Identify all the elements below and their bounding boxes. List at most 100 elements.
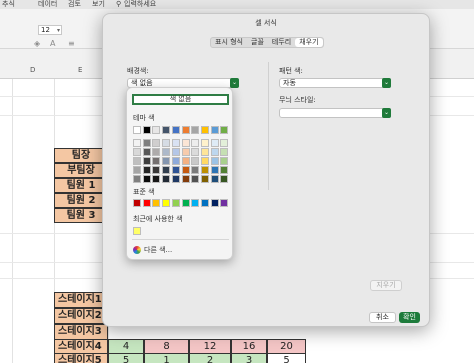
theme-shade-swatch[interactable] <box>181 157 190 165</box>
cell-team-4[interactable]: 팀원 3 <box>54 208 108 223</box>
column-header-d[interactable]: D <box>30 66 35 74</box>
theme-shade-swatch[interactable] <box>152 148 161 156</box>
cell-team-2[interactable]: 팀원 1 <box>54 178 108 193</box>
standard-color-swatch[interactable] <box>142 199 151 207</box>
theme-shade-swatch[interactable] <box>220 166 229 174</box>
cell-value[interactable]: 5 <box>267 353 306 363</box>
theme-shade-swatch[interactable] <box>142 166 151 174</box>
theme-shade-swatch[interactable] <box>162 139 171 147</box>
theme-shade-swatch[interactable] <box>142 157 151 165</box>
no-color-button[interactable]: 색 없음 <box>132 94 229 105</box>
standard-color-swatch[interactable] <box>133 199 141 207</box>
theme-shade-swatch[interactable] <box>133 157 141 165</box>
cancel-button[interactable]: 취소 <box>369 312 396 323</box>
tab-border[interactable]: 테두리 <box>268 38 295 47</box>
cell-stage-5[interactable]: 스테이지5 <box>54 353 108 363</box>
theme-shade-swatch[interactable] <box>171 175 180 183</box>
theme-shade-swatch[interactable] <box>133 148 141 156</box>
tab-fill[interactable]: 채우기 <box>295 38 323 47</box>
tab-number-format[interactable]: 표시 형식 <box>211 38 247 47</box>
standard-color-swatch[interactable] <box>191 199 200 207</box>
theme-shade-swatch[interactable] <box>171 139 180 147</box>
recent-color-swatch[interactable] <box>133 227 141 235</box>
menu-search[interactable]: 입력하세요 <box>124 0 156 9</box>
cell-team-0[interactable]: 팀장 <box>54 148 108 163</box>
theme-shade-swatch[interactable] <box>220 148 229 156</box>
menu-data[interactable]: 데이터 <box>38 0 57 9</box>
theme-color-swatch[interactable] <box>191 126 200 134</box>
align-icon[interactable]: ≡ <box>68 39 75 48</box>
theme-shade-swatch[interactable] <box>210 175 219 183</box>
theme-shade-swatch[interactable] <box>181 166 190 174</box>
theme-color-swatch[interactable] <box>220 126 229 134</box>
search-icon[interactable]: ⚲ <box>116 0 121 9</box>
theme-shade-swatch[interactable] <box>171 148 180 156</box>
column-header-e[interactable]: E <box>78 66 82 74</box>
theme-shade-swatch[interactable] <box>191 139 200 147</box>
pattern-style-select[interactable]: ⌄ <box>279 108 391 118</box>
theme-shade-swatch[interactable] <box>152 139 161 147</box>
theme-shade-swatch[interactable] <box>171 166 180 174</box>
menu-format[interactable]: 추식 <box>2 0 15 9</box>
standard-color-swatch[interactable] <box>152 199 161 207</box>
theme-shade-swatch[interactable] <box>133 175 141 183</box>
cell-value[interactable]: 1 <box>144 353 189 363</box>
pattern-color-select[interactable]: 자동 ⌄ <box>279 78 391 88</box>
theme-shade-swatch[interactable] <box>191 175 200 183</box>
theme-shade-swatch[interactable] <box>210 148 219 156</box>
theme-shade-swatch[interactable] <box>162 157 171 165</box>
standard-color-swatch[interactable] <box>210 199 219 207</box>
theme-shade-swatch[interactable] <box>162 148 171 156</box>
theme-shade-swatch[interactable] <box>133 166 141 174</box>
theme-shade-swatch[interactable] <box>220 175 229 183</box>
theme-color-swatch[interactable] <box>133 126 141 134</box>
menu-review[interactable]: 검토 <box>68 0 81 9</box>
theme-shade-swatch[interactable] <box>200 157 209 165</box>
cell-stage-1[interactable]: 스테이지1 <box>54 292 108 308</box>
theme-shade-swatch[interactable] <box>162 166 171 174</box>
cell-team-1[interactable]: 부팀장 <box>54 163 108 178</box>
theme-shade-swatch[interactable] <box>152 166 161 174</box>
menu-view[interactable]: 보기 <box>92 0 105 9</box>
theme-color-swatch[interactable] <box>171 126 180 134</box>
theme-shade-swatch[interactable] <box>191 148 200 156</box>
theme-color-swatch[interactable] <box>200 126 209 134</box>
standard-color-swatch[interactable] <box>162 199 171 207</box>
theme-color-swatch[interactable] <box>162 126 171 134</box>
theme-shade-swatch[interactable] <box>210 157 219 165</box>
theme-shade-swatch[interactable] <box>191 157 200 165</box>
theme-shade-swatch[interactable] <box>152 157 161 165</box>
theme-shade-swatch[interactable] <box>152 175 161 183</box>
tab-font[interactable]: 글꼴 <box>247 38 268 47</box>
standard-color-swatch[interactable] <box>220 199 229 207</box>
fill-color-icon[interactable]: ◈ <box>34 39 40 48</box>
theme-shade-swatch[interactable] <box>200 166 209 174</box>
cell-value[interactable]: 2 <box>189 353 231 363</box>
cell-stage-3[interactable]: 스테이지3 <box>54 324 108 340</box>
theme-shade-swatch[interactable] <box>142 139 151 147</box>
theme-shade-swatch[interactable] <box>142 175 151 183</box>
theme-color-swatch[interactable] <box>142 126 151 134</box>
font-size-select[interactable]: 12 ▾ <box>38 25 62 35</box>
theme-shade-swatch[interactable] <box>171 157 180 165</box>
theme-shade-swatch[interactable] <box>142 148 151 156</box>
theme-shade-swatch[interactable] <box>181 139 190 147</box>
cell-team-3[interactable]: 팀원 2 <box>54 193 108 208</box>
theme-shade-swatch[interactable] <box>181 175 190 183</box>
theme-shade-swatch[interactable] <box>210 166 219 174</box>
theme-shade-swatch[interactable] <box>200 175 209 183</box>
theme-shade-swatch[interactable] <box>181 148 190 156</box>
clear-button[interactable]: 지우기 <box>370 280 402 291</box>
theme-shade-swatch[interactable] <box>200 139 209 147</box>
standard-color-swatch[interactable] <box>171 199 180 207</box>
cell-stage-2[interactable]: 스테이지2 <box>54 308 108 324</box>
cell-value[interactable]: 3 <box>231 353 267 363</box>
theme-shade-swatch[interactable] <box>133 139 141 147</box>
theme-color-swatch[interactable] <box>181 126 190 134</box>
theme-shade-swatch[interactable] <box>220 157 229 165</box>
theme-shade-swatch[interactable] <box>162 175 171 183</box>
more-colors-button[interactable]: 다른 색... <box>133 245 172 255</box>
theme-shade-swatch[interactable] <box>200 148 209 156</box>
font-color-icon[interactable]: A <box>50 39 55 48</box>
theme-color-swatch[interactable] <box>210 126 219 134</box>
